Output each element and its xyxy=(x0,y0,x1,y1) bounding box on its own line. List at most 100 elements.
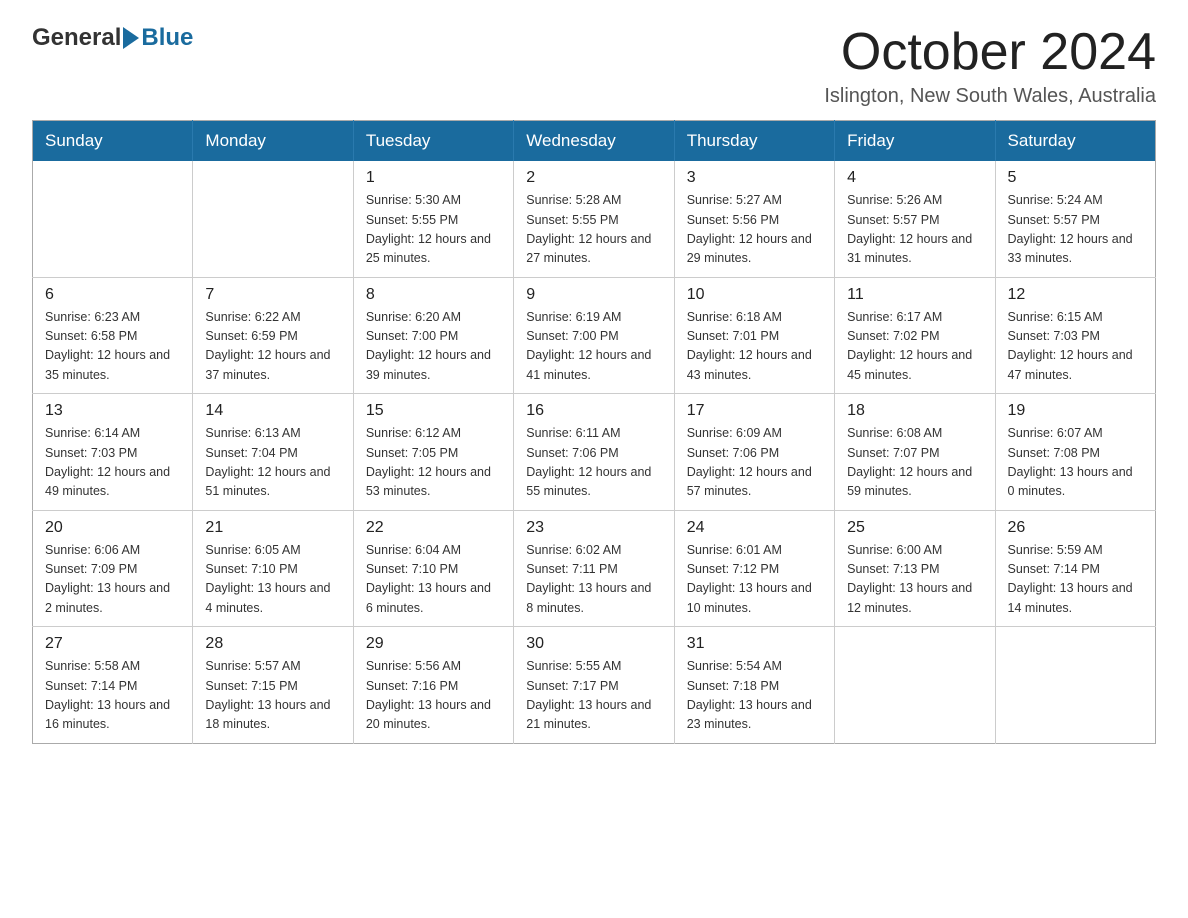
calendar-week-row: 13 Sunrise: 6:14 AM Sunset: 7:03 PM Dayli… xyxy=(33,394,1156,511)
month-title: October 2024 xyxy=(824,24,1156,81)
day-info: Sunrise: 6:17 AM Sunset: 7:02 PM Dayligh… xyxy=(847,308,982,386)
calendar-header-wednesday: Wednesday xyxy=(514,121,674,162)
calendar-cell: 2 Sunrise: 5:28 AM Sunset: 5:55 PM Daylig… xyxy=(514,161,674,277)
logo-arrow-icon xyxy=(123,27,139,49)
calendar-cell: 15 Sunrise: 6:12 AM Sunset: 7:05 PM Dayli… xyxy=(353,394,513,511)
calendar-cell: 24 Sunrise: 6:01 AM Sunset: 7:12 PM Dayli… xyxy=(674,510,834,627)
calendar-header-sunday: Sunday xyxy=(33,121,193,162)
day-info: Sunrise: 5:24 AM Sunset: 5:57 PM Dayligh… xyxy=(1008,191,1143,269)
logo: General Blue xyxy=(32,24,193,52)
calendar-cell: 9Sunrise: 6:19 AM Sunset: 7:00 PM Daylig… xyxy=(514,277,674,394)
day-number: 28 xyxy=(205,635,340,653)
day-info: Sunrise: 6:12 AM Sunset: 7:05 PM Dayligh… xyxy=(366,424,501,502)
calendar-cell xyxy=(193,161,353,277)
day-info: Sunrise: 6:01 AM Sunset: 7:12 PM Dayligh… xyxy=(687,541,822,619)
calendar-cell: 13 Sunrise: 6:14 AM Sunset: 7:03 PM Dayli… xyxy=(33,394,193,511)
calendar-cell: 4 Sunrise: 5:26 AM Sunset: 5:57 PM Daylig… xyxy=(835,161,995,277)
day-info: Sunrise: 6:14 AM Sunset: 7:03 PM Dayligh… xyxy=(45,424,180,502)
logo-blue-text: Blue xyxy=(141,24,193,52)
calendar-cell: 16 Sunrise: 6:11 AM Sunset: 7:06 PM Dayli… xyxy=(514,394,674,511)
day-number: 1 xyxy=(366,169,501,187)
calendar-header-saturday: Saturday xyxy=(995,121,1155,162)
day-number: 19 xyxy=(1008,402,1143,420)
calendar-cell: 11 Sunrise: 6:17 AM Sunset: 7:02 PM Dayli… xyxy=(835,277,995,394)
day-number: 20 xyxy=(45,519,180,537)
day-number: 15 xyxy=(366,402,501,420)
day-number: 7 xyxy=(205,286,340,304)
day-number: 13 xyxy=(45,402,180,420)
day-number: 29 xyxy=(366,635,501,653)
day-info: Sunrise: 6:06 AM Sunset: 7:09 PM Dayligh… xyxy=(45,541,180,619)
day-info: Sunrise: 6:07 AM Sunset: 7:08 PM Dayligh… xyxy=(1008,424,1143,502)
day-info: Sunrise: 6:20 AM Sunset: 7:00 PM Dayligh… xyxy=(366,308,501,386)
calendar-cell: 30Sunrise: 5:55 AM Sunset: 7:17 PM Dayli… xyxy=(514,627,674,744)
day-number: 4 xyxy=(847,169,982,187)
day-number: 2 xyxy=(526,169,661,187)
day-number: 22 xyxy=(366,519,501,537)
title-block: October 2024 Islington, New South Wales,… xyxy=(824,24,1156,108)
day-number: 31 xyxy=(687,635,822,653)
calendar-week-row: 1 Sunrise: 5:30 AM Sunset: 5:55 PM Daylig… xyxy=(33,161,1156,277)
day-number: 27 xyxy=(45,635,180,653)
calendar-cell: 25Sunrise: 6:00 AM Sunset: 7:13 PM Dayli… xyxy=(835,510,995,627)
day-info: Sunrise: 6:08 AM Sunset: 7:07 PM Dayligh… xyxy=(847,424,982,502)
calendar-cell xyxy=(995,627,1155,744)
day-info: Sunrise: 5:26 AM Sunset: 5:57 PM Dayligh… xyxy=(847,191,982,269)
day-number: 14 xyxy=(205,402,340,420)
day-info: Sunrise: 5:57 AM Sunset: 7:15 PM Dayligh… xyxy=(205,657,340,735)
day-info: Sunrise: 5:28 AM Sunset: 5:55 PM Dayligh… xyxy=(526,191,661,269)
day-number: 12 xyxy=(1008,286,1143,304)
day-number: 3 xyxy=(687,169,822,187)
day-info: Sunrise: 6:11 AM Sunset: 7:06 PM Dayligh… xyxy=(526,424,661,502)
location-subtitle: Islington, New South Wales, Australia xyxy=(824,85,1156,108)
day-info: Sunrise: 5:30 AM Sunset: 5:55 PM Dayligh… xyxy=(366,191,501,269)
calendar-cell: 10 Sunrise: 6:18 AM Sunset: 7:01 PM Dayli… xyxy=(674,277,834,394)
calendar-cell: 23Sunrise: 6:02 AM Sunset: 7:11 PM Dayli… xyxy=(514,510,674,627)
day-number: 9 xyxy=(526,286,661,304)
day-number: 11 xyxy=(847,286,982,304)
day-number: 23 xyxy=(526,519,661,537)
calendar-cell: 29 Sunrise: 5:56 AM Sunset: 7:16 PM Dayli… xyxy=(353,627,513,744)
day-info: Sunrise: 5:55 AM Sunset: 7:17 PM Dayligh… xyxy=(526,657,661,735)
calendar-cell xyxy=(835,627,995,744)
day-number: 6 xyxy=(45,286,180,304)
calendar-cell: 28 Sunrise: 5:57 AM Sunset: 7:15 PM Dayli… xyxy=(193,627,353,744)
calendar-cell: 6Sunrise: 6:23 AM Sunset: 6:58 PM Daylig… xyxy=(33,277,193,394)
page-header: General Blue October 2024 Islington, New… xyxy=(32,24,1156,108)
day-info: Sunrise: 5:56 AM Sunset: 7:16 PM Dayligh… xyxy=(366,657,501,735)
calendar-cell: 27Sunrise: 5:58 AM Sunset: 7:14 PM Dayli… xyxy=(33,627,193,744)
calendar-header-thursday: Thursday xyxy=(674,121,834,162)
calendar-header-tuesday: Tuesday xyxy=(353,121,513,162)
day-info: Sunrise: 6:05 AM Sunset: 7:10 PM Dayligh… xyxy=(205,541,340,619)
calendar-cell: 17 Sunrise: 6:09 AM Sunset: 7:06 PM Dayli… xyxy=(674,394,834,511)
day-info: Sunrise: 5:54 AM Sunset: 7:18 PM Dayligh… xyxy=(687,657,822,735)
calendar-header-row: SundayMondayTuesdayWednesdayThursdayFrid… xyxy=(33,121,1156,162)
calendar-header-monday: Monday xyxy=(193,121,353,162)
calendar-cell: 3 Sunrise: 5:27 AM Sunset: 5:56 PM Daylig… xyxy=(674,161,834,277)
day-info: Sunrise: 6:22 AM Sunset: 6:59 PM Dayligh… xyxy=(205,308,340,386)
calendar-cell: 7 Sunrise: 6:22 AM Sunset: 6:59 PM Daylig… xyxy=(193,277,353,394)
calendar-cell: 20 Sunrise: 6:06 AM Sunset: 7:09 PM Dayli… xyxy=(33,510,193,627)
day-info: Sunrise: 6:09 AM Sunset: 7:06 PM Dayligh… xyxy=(687,424,822,502)
day-number: 5 xyxy=(1008,169,1143,187)
calendar-week-row: 27Sunrise: 5:58 AM Sunset: 7:14 PM Dayli… xyxy=(33,627,1156,744)
day-info: Sunrise: 6:04 AM Sunset: 7:10 PM Dayligh… xyxy=(366,541,501,619)
day-number: 16 xyxy=(526,402,661,420)
calendar-cell: 31 Sunrise: 5:54 AM Sunset: 7:18 PM Dayli… xyxy=(674,627,834,744)
calendar-cell: 22 Sunrise: 6:04 AM Sunset: 7:10 PM Dayli… xyxy=(353,510,513,627)
calendar-cell: 5 Sunrise: 5:24 AM Sunset: 5:57 PM Daylig… xyxy=(995,161,1155,277)
day-number: 24 xyxy=(687,519,822,537)
calendar-week-row: 20 Sunrise: 6:06 AM Sunset: 7:09 PM Dayli… xyxy=(33,510,1156,627)
day-info: Sunrise: 5:27 AM Sunset: 5:56 PM Dayligh… xyxy=(687,191,822,269)
calendar-cell: 19 Sunrise: 6:07 AM Sunset: 7:08 PM Dayli… xyxy=(995,394,1155,511)
day-number: 17 xyxy=(687,402,822,420)
day-info: Sunrise: 6:00 AM Sunset: 7:13 PM Dayligh… xyxy=(847,541,982,619)
calendar-cell: 26Sunrise: 5:59 AM Sunset: 7:14 PM Dayli… xyxy=(995,510,1155,627)
day-number: 10 xyxy=(687,286,822,304)
calendar-week-row: 6Sunrise: 6:23 AM Sunset: 6:58 PM Daylig… xyxy=(33,277,1156,394)
day-info: Sunrise: 6:18 AM Sunset: 7:01 PM Dayligh… xyxy=(687,308,822,386)
calendar-cell: 1 Sunrise: 5:30 AM Sunset: 5:55 PM Daylig… xyxy=(353,161,513,277)
day-info: Sunrise: 6:15 AM Sunset: 7:03 PM Dayligh… xyxy=(1008,308,1143,386)
calendar-table: SundayMondayTuesdayWednesdayThursdayFrid… xyxy=(32,120,1156,744)
calendar-header-friday: Friday xyxy=(835,121,995,162)
